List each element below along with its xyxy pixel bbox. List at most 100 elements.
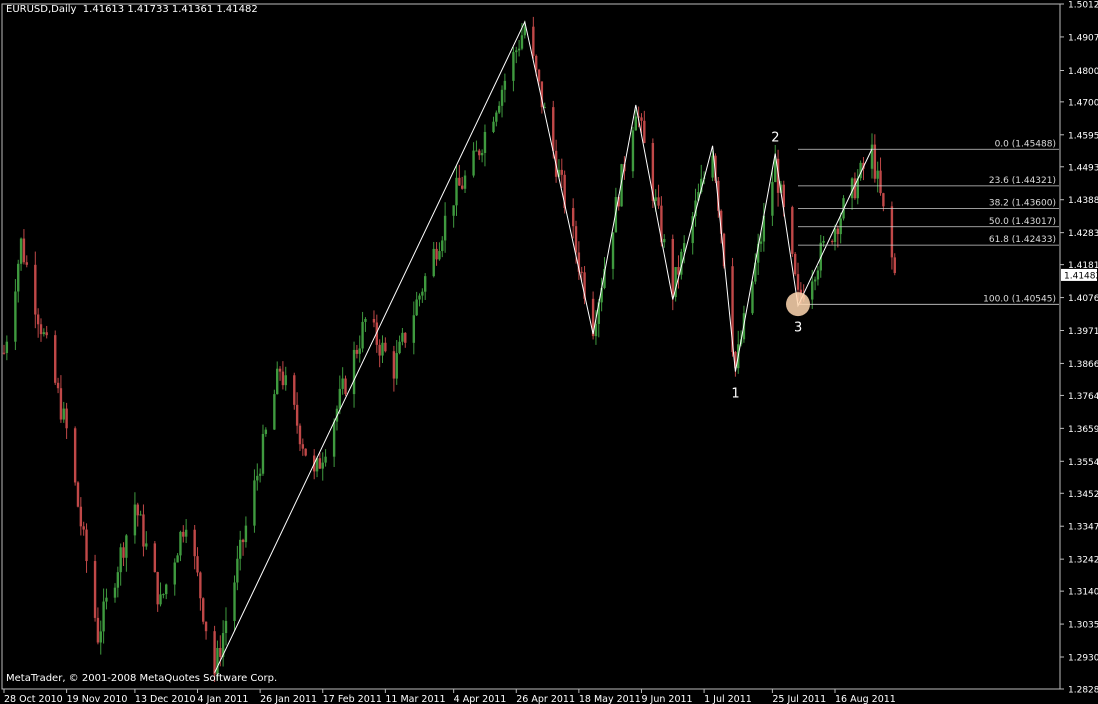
candle-body — [460, 185, 464, 189]
candle-body — [463, 175, 467, 189]
x-tick-label: 26 Jan 2011 — [260, 694, 317, 704]
candle-body — [59, 388, 63, 420]
candle-body — [116, 572, 120, 588]
candle-body — [142, 514, 145, 547]
candle-body — [22, 238, 26, 263]
candle-body — [136, 504, 139, 516]
candle-body — [358, 348, 361, 354]
candle-body — [352, 349, 356, 395]
copyright-text: MetaTrader, © 2001-2008 MetaQuotes Softw… — [6, 673, 278, 684]
candle-body — [304, 448, 307, 456]
candle-body — [500, 89, 504, 106]
candle-body — [423, 276, 427, 292]
x-tick-label: 17 Feb 2011 — [323, 694, 382, 704]
candle-body — [355, 349, 359, 354]
candle-body — [395, 353, 398, 379]
fib-level-label: 50.0 (1.43017) — [989, 217, 1056, 227]
candle-body — [492, 121, 495, 132]
candle-body — [5, 341, 9, 354]
x-tick-label: 18 May 2011 — [579, 694, 641, 704]
last-price-label: 1.41482 — [1064, 271, 1098, 281]
x-tick-label: 1 Jul 2011 — [704, 694, 752, 704]
time-axis: 28 Oct 2010 19 Nov 2010 13 Dec 2010 4 Jan 2… — [3, 689, 896, 704]
candle-body — [816, 270, 820, 280]
candle-body — [79, 506, 83, 527]
y-tick-label: 1.40760 — [1068, 294, 1098, 304]
candle-body — [122, 547, 125, 558]
x-tick-label: 4 Jan 2011 — [198, 694, 249, 704]
candle-body — [438, 251, 441, 260]
y-tick-label: 1.37640 — [1068, 392, 1098, 402]
candle-body — [415, 299, 418, 316]
y-tick-label: 1.36590 — [1068, 425, 1098, 435]
candle-body — [631, 130, 635, 172]
candle-body — [159, 594, 162, 605]
candle-body — [298, 425, 302, 445]
y-tick-label: 1.29300 — [1068, 654, 1098, 664]
candle-body — [640, 117, 643, 121]
candle-body — [870, 144, 874, 169]
candle-body — [537, 69, 541, 82]
candle-body — [42, 332, 46, 335]
candle-body — [879, 170, 882, 194]
candle-body — [216, 648, 219, 675]
candle-body — [671, 238, 674, 298]
y-tick-label: 1.49070 — [1068, 33, 1098, 43]
candle-body — [36, 314, 40, 325]
candle-body — [196, 556, 199, 573]
candle-body — [318, 458, 322, 469]
candle-body — [93, 561, 97, 618]
candle-body — [512, 52, 515, 81]
candle-body — [176, 555, 179, 563]
candle-body — [179, 531, 182, 556]
candle-body — [472, 150, 475, 176]
x-tick-label: 13 Dec 2010 — [135, 694, 196, 704]
candle-body — [611, 232, 615, 269]
x-tick-label: 9 Jun 2011 — [641, 694, 692, 704]
candle-body — [2, 352, 6, 354]
candle-body — [45, 332, 48, 336]
candle-body — [822, 240, 825, 243]
y-tick-label: 1.30350 — [1068, 621, 1098, 631]
wave-label: 3 — [794, 321, 802, 336]
candle-body — [876, 170, 879, 179]
candle-body — [432, 248, 435, 277]
x-tick-label: 11 Mar 2011 — [385, 694, 445, 704]
candle-body — [532, 26, 535, 56]
candle-body — [85, 529, 88, 562]
y-tick-label: 1.32420 — [1068, 556, 1098, 566]
candle-body — [236, 558, 239, 583]
candle-body — [574, 226, 578, 253]
x-tick-label: 4 Apr 2011 — [454, 694, 507, 704]
candle-body — [281, 371, 285, 386]
candle-body — [435, 248, 438, 260]
candle-body — [321, 462, 324, 469]
x-tick-label: 16 Aug 2011 — [835, 694, 896, 704]
candle-body — [455, 177, 458, 206]
y-tick-label: 1.39710 — [1068, 327, 1098, 337]
y-tick-label: 1.48000 — [1068, 67, 1098, 77]
candle-body — [293, 375, 296, 405]
candle-body — [534, 55, 538, 70]
candle-body — [412, 315, 416, 343]
candle-body — [497, 105, 501, 113]
candle-body — [96, 617, 100, 643]
candle-body — [364, 318, 367, 322]
candle-body — [278, 368, 282, 372]
candle-body — [663, 238, 666, 243]
candle-body — [813, 279, 817, 282]
price-chart[interactable]: 0.0 (1.45488) 23.6 (1.44321) 38.2 (1.43600… — [0, 0, 1098, 704]
candle-body — [295, 404, 299, 426]
x-tick-label: 26 Apr 2011 — [516, 694, 575, 704]
candle-body — [458, 177, 461, 186]
candle-body — [338, 388, 342, 409]
candle-body — [452, 205, 455, 216]
fib-level-label: 61.8 (1.42433) — [989, 235, 1056, 245]
fib-level-label: 100.0 (1.40545) — [983, 294, 1056, 304]
fib-level-label: 38.2 (1.43600) — [989, 198, 1056, 208]
candle-body — [503, 80, 507, 90]
candle-body — [771, 182, 774, 216]
candle-body — [241, 539, 245, 543]
candle-body — [62, 408, 65, 420]
candle-body — [14, 291, 17, 342]
